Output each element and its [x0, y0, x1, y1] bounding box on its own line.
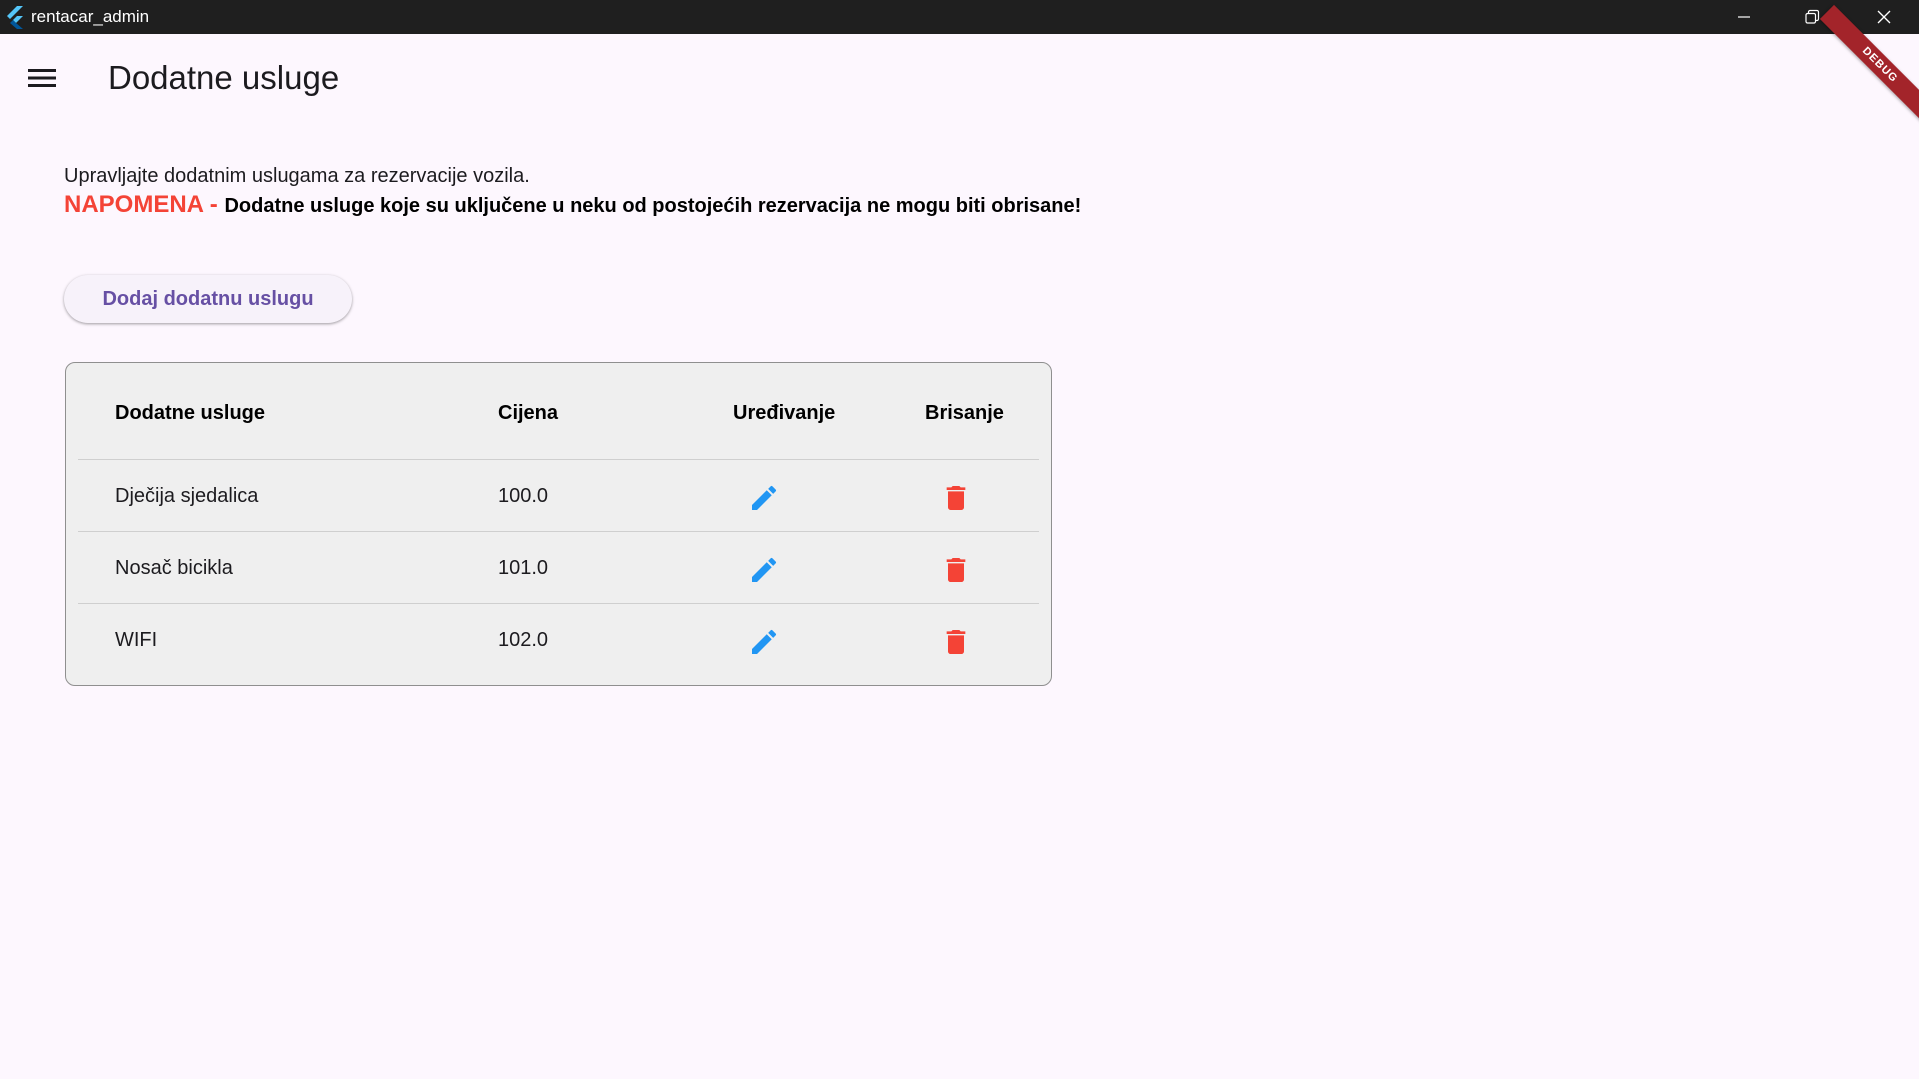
close-button[interactable] [1850, 0, 1918, 34]
edit-icon[interactable] [748, 626, 780, 658]
header-price: Cijena [498, 402, 559, 424]
add-service-button[interactable]: Dodaj dodatnu uslugu [64, 275, 352, 323]
table-row: Nosač bicikla 101.0 [78, 531, 1039, 603]
table-header: Dodatne usluge Cijena Uređivanje Brisanj… [66, 363, 1051, 459]
note: NAPOMENA - Dodatne usluge koje su uključ… [64, 191, 1081, 222]
delete-icon[interactable] [940, 626, 972, 658]
note-text: Dodatne usluge koje su uključene u neku … [224, 195, 1082, 217]
service-name: Nosač bicikla [115, 557, 233, 579]
delete-icon[interactable] [940, 482, 972, 514]
minimize-button[interactable] [1710, 0, 1778, 34]
menu-icon [28, 69, 56, 87]
header-name: Dodatne usluge [115, 402, 266, 424]
page-title: Dodatne usluge [108, 59, 340, 96]
close-icon [1877, 10, 1891, 24]
restore-icon [1805, 9, 1820, 24]
table-row: WIFI 102.0 [78, 603, 1039, 675]
edit-icon[interactable] [748, 482, 780, 514]
window-titlebar: rentacar_admin [0, 0, 1919, 34]
services-table: Dodatne usluge Cijena Uređivanje Brisanj… [65, 362, 1052, 686]
window-title: rentacar_admin [31, 7, 150, 26]
note-label: NAPOMENA - [64, 191, 225, 218]
header-edit: Uređivanje [733, 402, 836, 424]
flutter-logo-icon [7, 6, 23, 29]
service-name: Dječija sjedalica [115, 485, 259, 507]
service-price: 101.0 [498, 557, 549, 579]
service-price: 102.0 [498, 629, 549, 651]
service-price: 100.0 [498, 485, 549, 507]
delete-icon[interactable] [940, 554, 972, 586]
minimize-icon [1738, 16, 1750, 18]
table-row: Dječija sjedalica 100.0 [78, 459, 1039, 531]
menu-button[interactable] [22, 62, 62, 94]
header-delete: Brisanje [925, 402, 1004, 424]
edit-icon[interactable] [748, 554, 780, 586]
intro-text: Upravljajte dodatnim uslugama za rezerva… [64, 165, 530, 187]
service-name: WIFI [115, 629, 158, 651]
